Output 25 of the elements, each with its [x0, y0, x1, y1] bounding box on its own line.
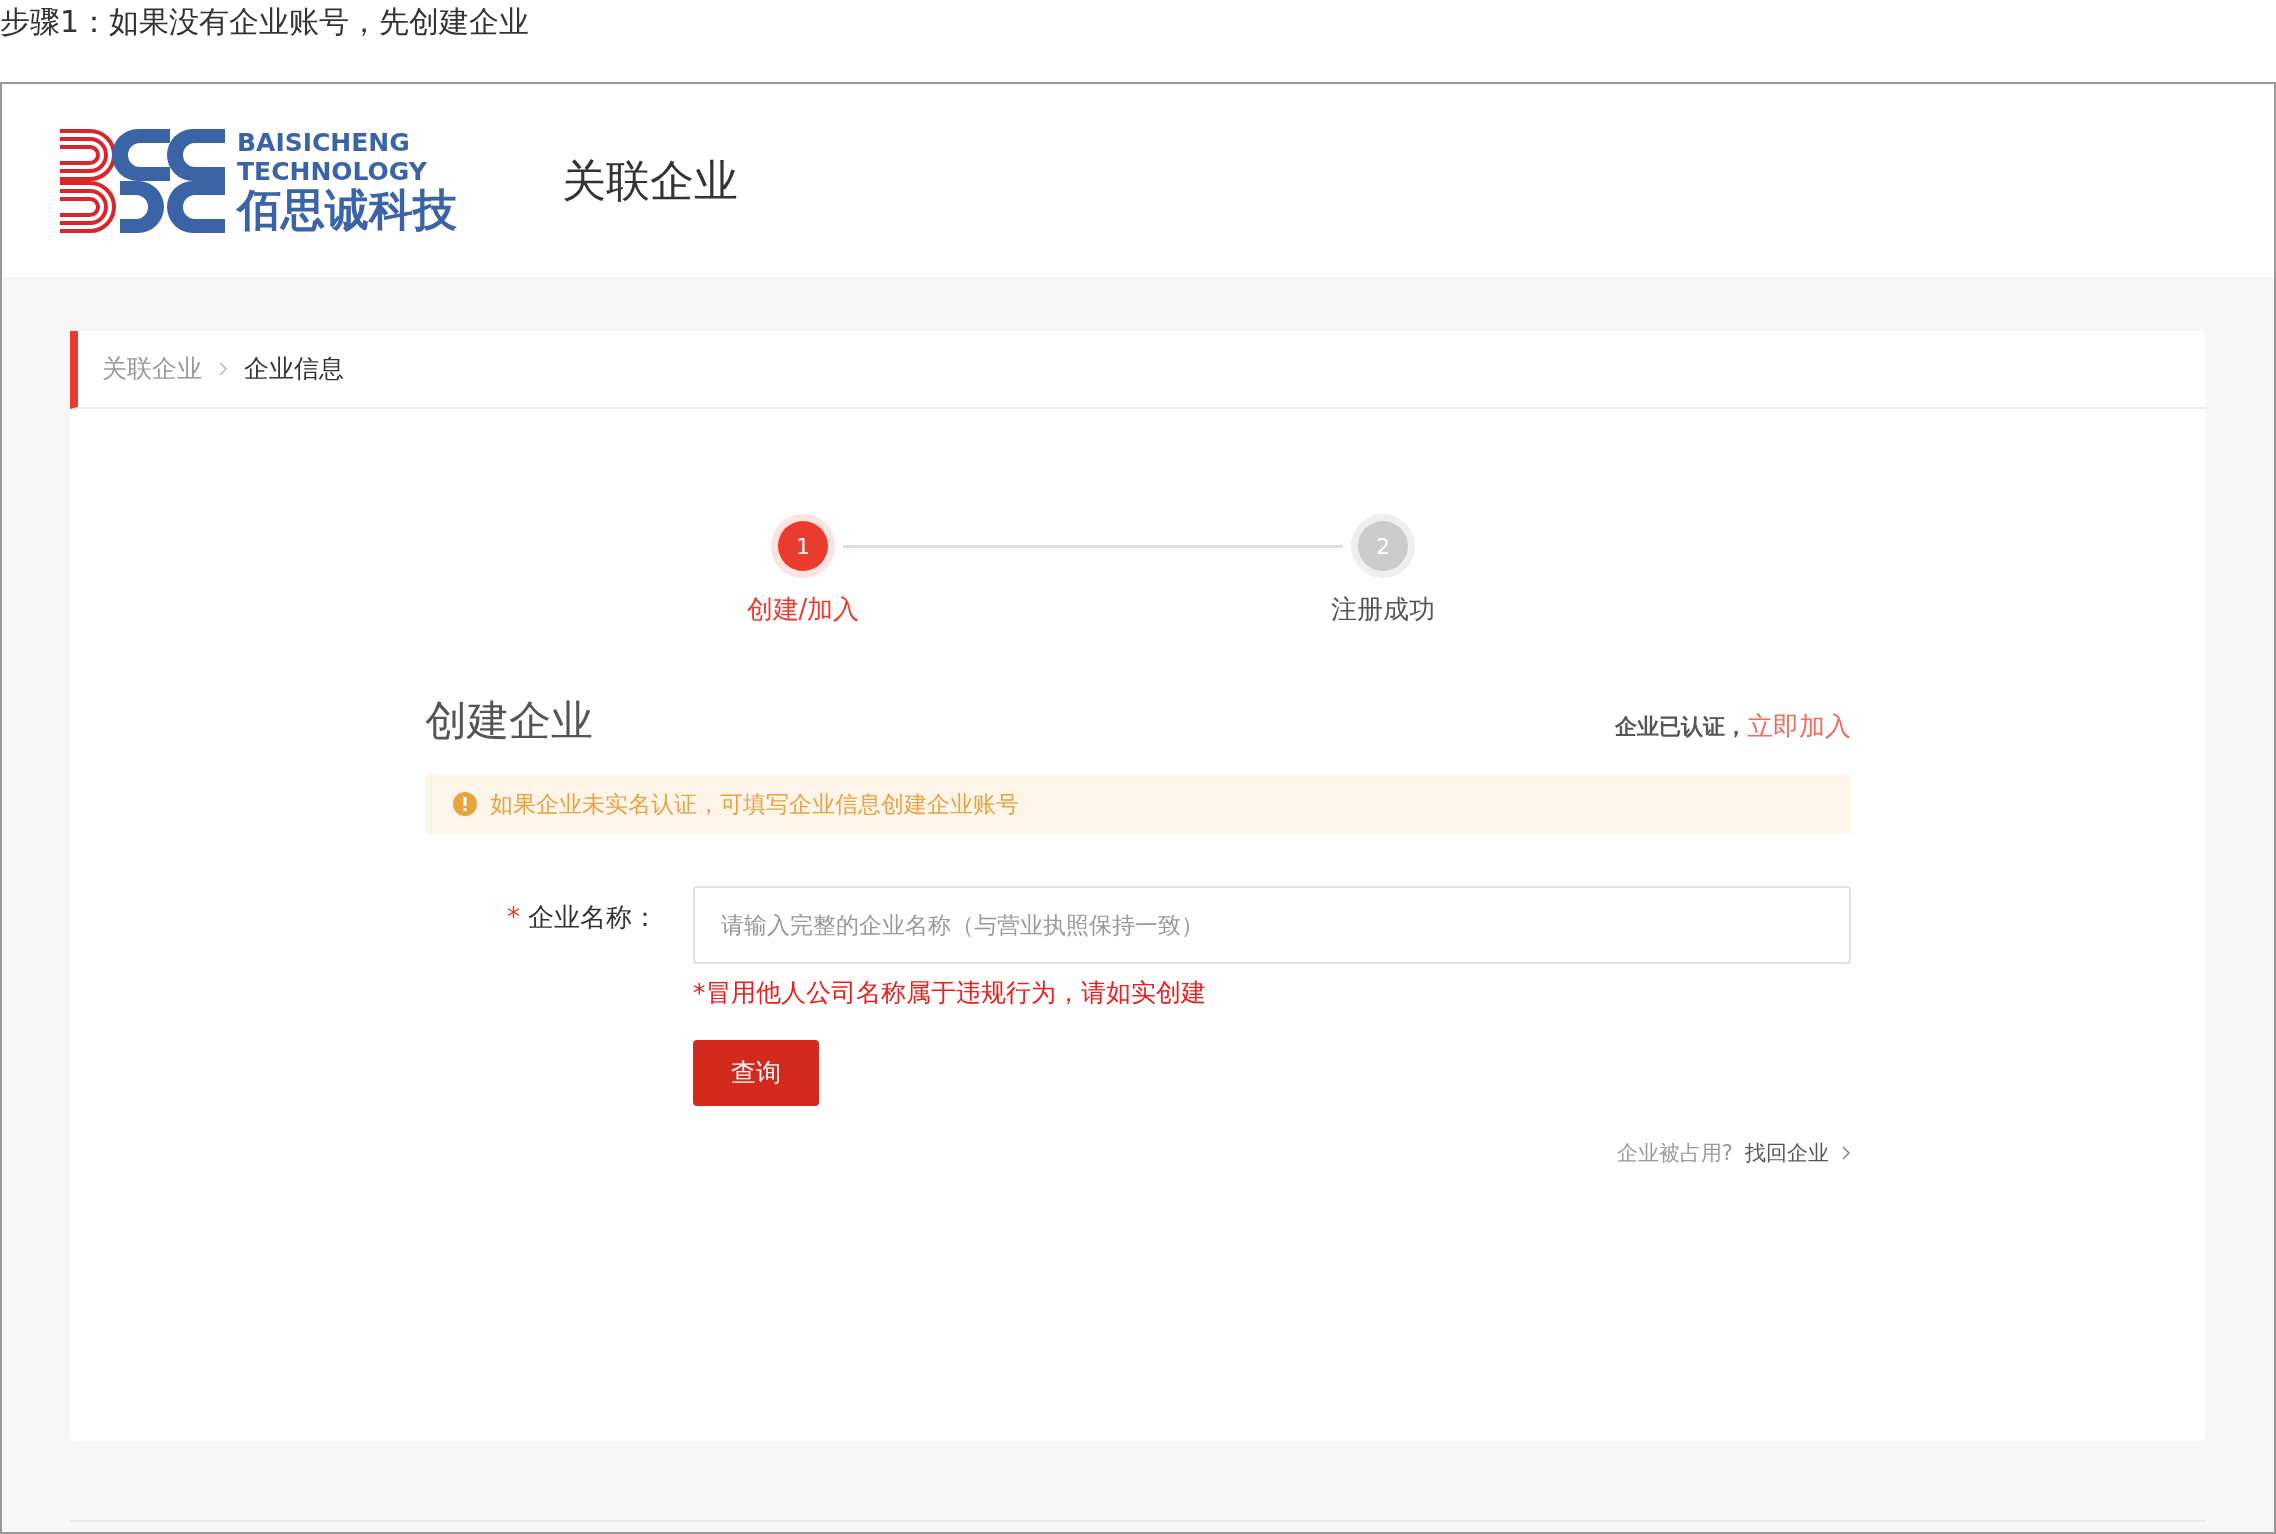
chevron-icon — [1841, 1145, 1851, 1162]
join-hint: 企业已认证， — [1615, 713, 1747, 741]
warning-text: *冒用他人公司名称属于违规行为，请如实创建 — [693, 977, 1207, 1009]
breadcrumb-item[interactable]: 关联企业 — [102, 350, 202, 388]
logo-text: BAISICHENG — [237, 129, 411, 155]
logo-text: TECHNOLOGY — [237, 158, 428, 184]
recover-link[interactable]: 找回企业 — [1745, 1137, 1829, 1169]
warning-icon — [452, 791, 478, 817]
footer-question: 企业被占用? — [1616, 1139, 1733, 1167]
alert-text: 如果企业未实名认证，可填写企业信息创建企业账号 — [490, 789, 1019, 819]
form-title: 创建企业 — [425, 695, 593, 747]
step-number: 1 — [778, 521, 828, 571]
breadcrumb-item[interactable]: 企业信息 — [244, 350, 344, 388]
step-label: 注册成功 — [1331, 593, 1435, 626]
logo-text: 佰思诚科技 — [237, 187, 457, 232]
join-link[interactable]: 立即加入 — [1747, 707, 1851, 746]
company-name-field[interactable]: 请输入完整的企业名称（与营业执照保持一致） — [693, 886, 1851, 964]
logo-mark-icon — [60, 126, 225, 235]
query-button[interactable]: 查询 — [693, 1039, 819, 1106]
step-label: 创建/加入 — [746, 593, 860, 626]
page-caption: 步骤1：如果没有企业账号，先创建企业 — [0, 3, 531, 41]
header-title: 关联企业 — [562, 153, 738, 208]
chevron-icon — [218, 361, 228, 377]
required-mark: * — [507, 901, 520, 934]
field-label: 企业名称： — [528, 901, 658, 934]
